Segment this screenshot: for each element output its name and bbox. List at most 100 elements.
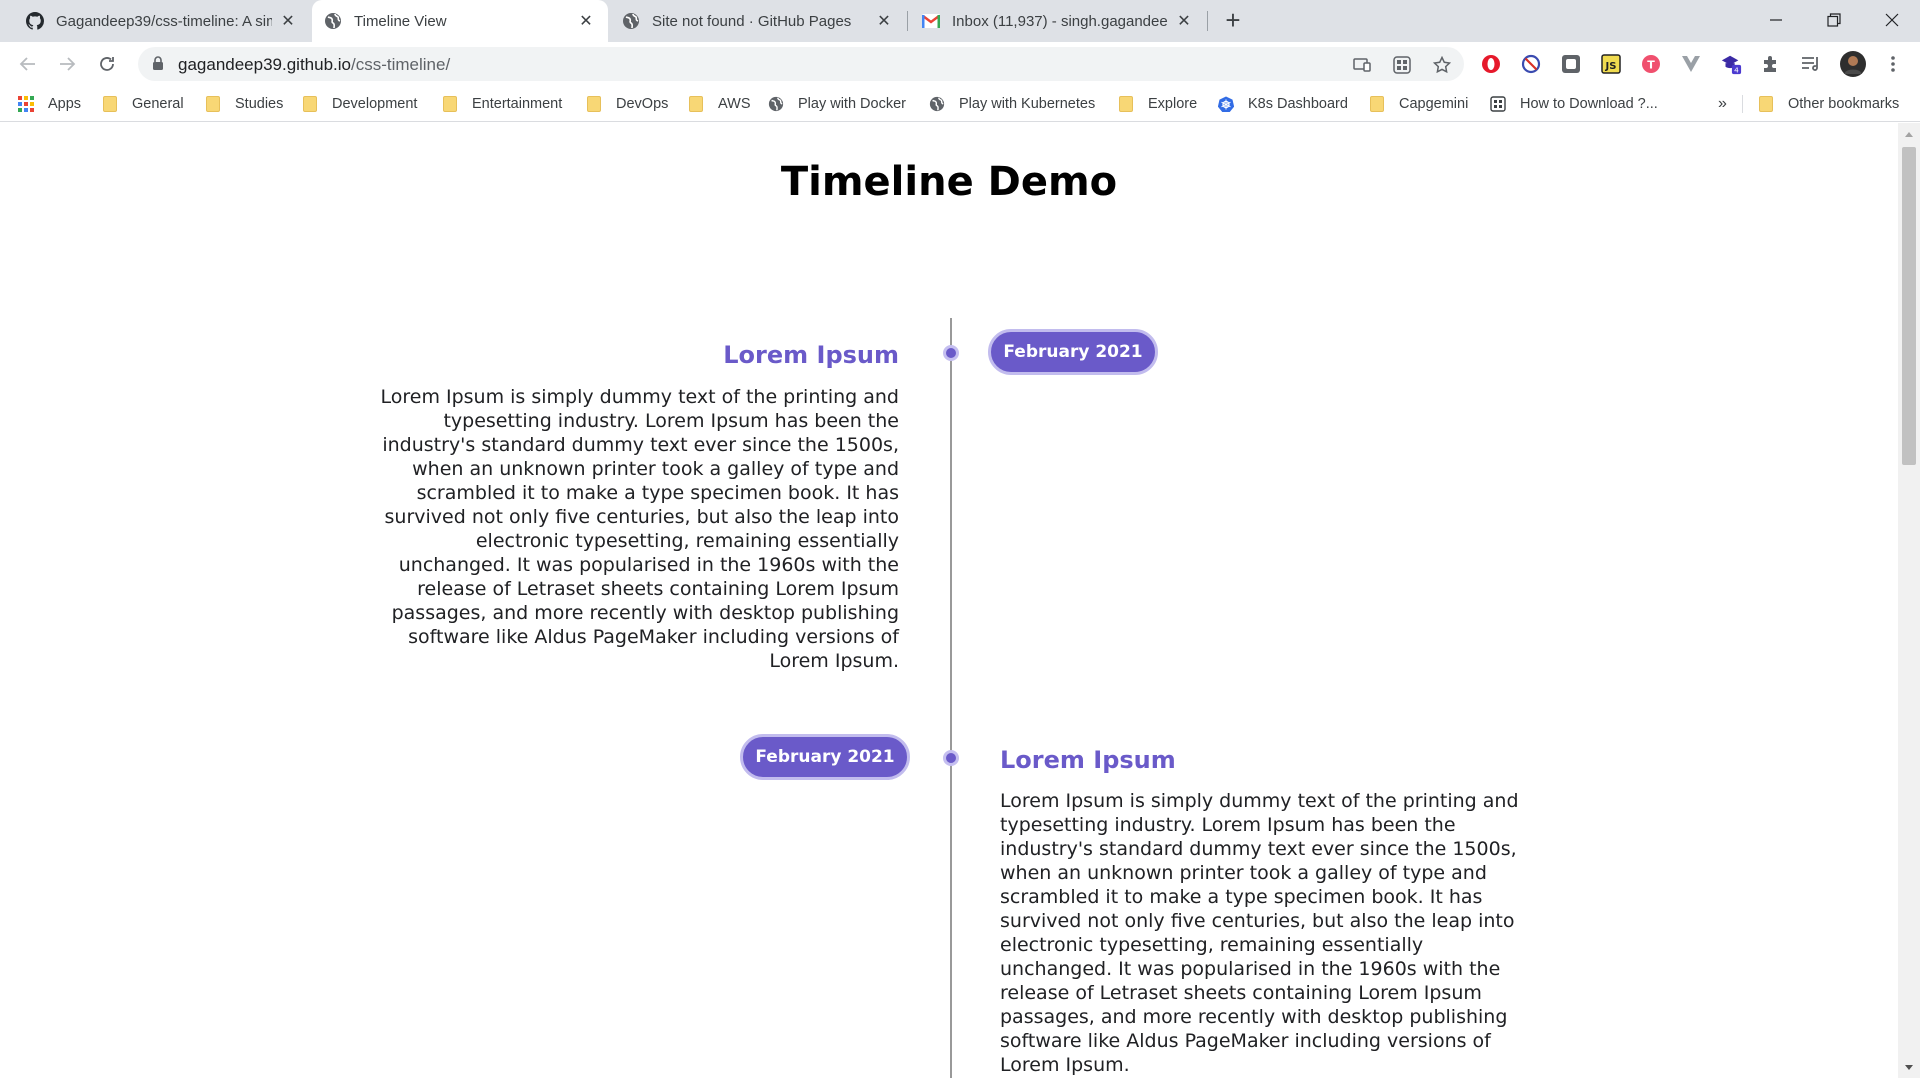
bookmarks-bar: Apps General Studies Development Enterta… [0, 86, 1920, 122]
bookmark-folder-devops[interactable]: DevOps [586, 86, 668, 122]
timeline-dot [943, 345, 959, 361]
entry-body: Lorem Ipsum is simply dummy text of the … [1000, 790, 1519, 1076]
bookmark-folder-explore[interactable]: Explore [1118, 86, 1197, 122]
bookmark-play-with-kubernetes[interactable]: Play with Kubernetes [929, 86, 1095, 122]
folder-icon [1118, 96, 1134, 112]
tab-github-repo[interactable]: Gagandeep39/css-timeline: A simple timel… [14, 0, 310, 42]
t-extension-icon[interactable]: T [1640, 53, 1662, 75]
bookmark-label: K8s Dashboard [1248, 96, 1348, 112]
bookmark-label: General [132, 96, 184, 112]
bookmarks-divider [1742, 95, 1743, 113]
kubernetes-icon [1218, 96, 1234, 112]
entry-heading: Lorem Ipsum [1000, 746, 1176, 774]
forward-button[interactable] [53, 50, 81, 78]
bookmark-folder-general[interactable]: General [102, 86, 184, 122]
lock-icon[interactable] [152, 56, 164, 76]
bookmark-folder-other[interactable]: Other bookmarks [1758, 86, 1899, 122]
vue-devtools-icon[interactable] [1680, 53, 1702, 75]
bookmark-label: Studies [235, 96, 284, 112]
bookmarks-overflow-button[interactable]: » [1718, 86, 1727, 122]
bookmark-folder-capgemini[interactable]: Capgemini [1369, 86, 1468, 122]
folder-icon [688, 96, 704, 112]
url-text[interactable]: gagandeep39.github.io/css-timeline/ [178, 55, 450, 75]
folder-icon [1369, 96, 1385, 112]
tab-separator [907, 11, 908, 31]
timeline-axis [950, 318, 952, 1078]
tab-site-not-found[interactable]: Site not found · GitHub Pages ✕ [610, 0, 906, 42]
page-scrollbar[interactable] [1898, 123, 1920, 1078]
tab-title: Gagandeep39/css-timeline: A simple timel… [56, 12, 272, 30]
extensions-puzzle-icon[interactable] [1760, 53, 1782, 75]
tab-timeline-view[interactable]: Timeline View ✕ [312, 0, 608, 42]
folder-icon [586, 96, 602, 112]
page-icon [1490, 96, 1506, 112]
graduation-extension-icon[interactable]: 4 [1720, 53, 1742, 75]
bookmark-star-icon[interactable] [1432, 55, 1452, 75]
new-tab-button[interactable]: + [1220, 7, 1246, 34]
js-extension-icon[interactable]: JS [1600, 53, 1622, 75]
scroll-up-arrow-icon[interactable] [1898, 127, 1920, 141]
close-tab-icon[interactable]: ✕ [576, 11, 596, 31]
profile-avatar[interactable] [1840, 51, 1866, 77]
bookmark-label: DevOps [616, 96, 669, 112]
tab-title: Timeline View [354, 12, 447, 30]
bookmark-how-to-download[interactable]: How to Download ?... [1490, 86, 1658, 122]
browser-toolbar: gagandeep39.github.io/css-timeline/ JS T… [0, 42, 1920, 86]
bookmark-label: Apps [48, 96, 82, 112]
tab-title: Inbox (11,937) - singh.gagandeep [952, 12, 1168, 30]
bookmark-apps[interactable]: Apps [18, 86, 81, 122]
page-title: Timeline Demo [780, 159, 1118, 205]
date-badge: February 2021 [988, 329, 1158, 375]
bookmark-folder-aws[interactable]: AWS [688, 86, 751, 122]
qr-code-icon[interactable] [1392, 55, 1412, 75]
tab-gmail-inbox[interactable]: Inbox (11,937) - singh.gagandeep ✕ [910, 0, 1206, 42]
svg-text:T: T [1647, 59, 1655, 72]
folder-icon [102, 96, 118, 112]
bookmark-folder-development[interactable]: Development [302, 86, 417, 122]
bookmark-play-with-docker[interactable]: Play with Docker [768, 86, 906, 122]
folder-icon [205, 96, 221, 112]
bookmark-label: Explore [1148, 96, 1198, 112]
bookmark-label: Other bookmarks [1788, 96, 1900, 112]
globe-icon [622, 12, 640, 30]
timeline-dot [943, 750, 959, 766]
page-viewport: Timeline Demo Lorem Ipsum Lorem Ipsum is… [0, 123, 1898, 1078]
back-button[interactable] [14, 50, 42, 78]
minimize-button[interactable] [1748, 0, 1804, 40]
github-icon [26, 12, 44, 30]
close-tab-icon[interactable]: ✕ [1174, 11, 1194, 31]
apps-grid-icon [18, 96, 34, 112]
reload-button[interactable] [93, 50, 121, 78]
opera-extension-icon[interactable] [1480, 53, 1502, 75]
folder-icon [442, 96, 458, 112]
close-tab-icon[interactable]: ✕ [874, 11, 894, 31]
cast-icon[interactable] [1352, 55, 1372, 75]
bookmark-folder-studies[interactable]: Studies [205, 86, 283, 122]
bookmark-label: AWS [718, 96, 751, 112]
block-extension-icon[interactable] [1520, 53, 1542, 75]
folder-icon [1758, 96, 1774, 112]
url-host: gagandeep39.github.io [178, 55, 351, 74]
restore-button[interactable] [1806, 0, 1862, 40]
overflow-chevron-icon: » [1718, 95, 1727, 112]
close-tab-icon[interactable]: ✕ [278, 11, 298, 31]
globe-icon [929, 96, 945, 112]
bookmark-label: Play with Kubernetes [959, 96, 1096, 112]
bookmark-folder-entertainment[interactable]: Entertainment [442, 86, 562, 122]
tab-separator [1207, 11, 1208, 31]
extension-badge-count: 4 [1734, 66, 1739, 75]
entry-heading: Lorem Ipsum [723, 341, 899, 369]
address-bar[interactable]: gagandeep39.github.io/css-timeline/ [138, 47, 1464, 81]
scrollbar-thumb[interactable] [1902, 147, 1916, 465]
reading-list-icon[interactable] [1800, 53, 1822, 75]
globe-icon [768, 96, 784, 112]
square-extension-icon[interactable] [1560, 53, 1582, 75]
bookmark-k8s-dashboard[interactable]: K8s Dashboard [1218, 86, 1348, 122]
tab-title: Site not found · GitHub Pages [652, 12, 852, 30]
date-badge: February 2021 [740, 734, 910, 780]
globe-icon [324, 12, 342, 30]
close-window-button[interactable] [1864, 0, 1920, 40]
scroll-down-arrow-icon[interactable] [1898, 1060, 1920, 1074]
bookmark-label: Entertainment [472, 96, 563, 112]
chrome-menu-icon[interactable] [1882, 53, 1904, 75]
